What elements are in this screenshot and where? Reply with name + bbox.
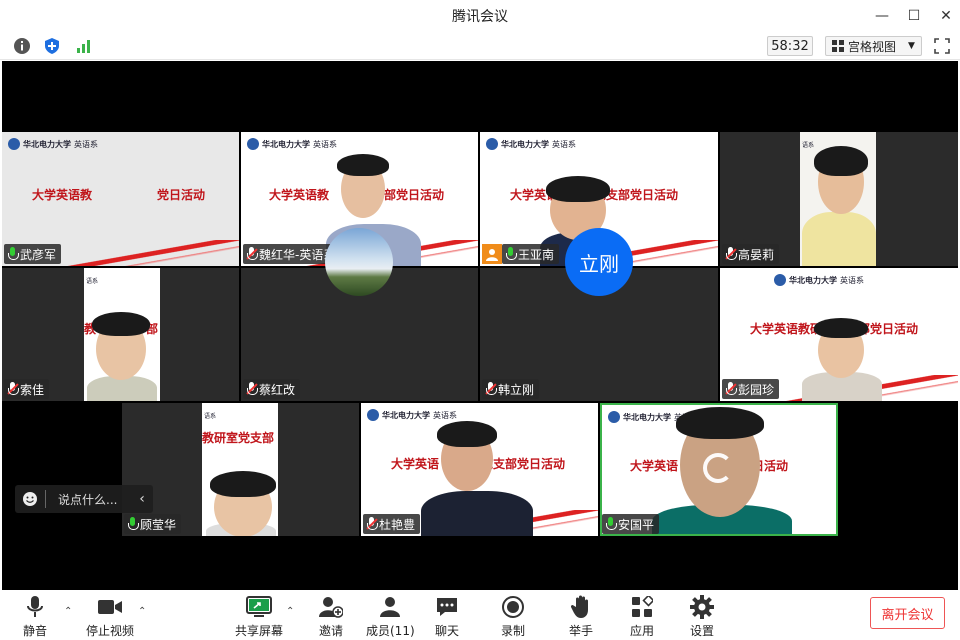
microphone-muted-icon — [246, 382, 258, 396]
microphone-icon — [605, 517, 617, 531]
university-logo: 语系 — [802, 141, 815, 149]
stop-video-button[interactable]: 停止视频 — [86, 594, 134, 639]
banner-text: 党支部党日活动 — [481, 457, 566, 471]
top-toolbar: 58:32 宫格视图 ▼ — [0, 32, 960, 60]
user-avatar-icon — [482, 244, 502, 264]
gear-icon — [689, 594, 715, 620]
participant-label: 杜艳豊 — [363, 514, 421, 534]
close-icon[interactable]: ✕ — [930, 6, 960, 26]
participant-label: 王亚南 — [502, 244, 560, 264]
mute-button[interactable]: 静音 — [22, 594, 48, 639]
chevron-up-icon[interactable]: ⌃ — [286, 606, 294, 617]
banner-text: 大学英语教 — [32, 188, 93, 202]
info-icon[interactable] — [12, 36, 32, 56]
chat-icon — [434, 594, 460, 620]
participant-label: 索佳 — [4, 379, 50, 399]
university-logo: 华北电力大学英语系 — [774, 272, 864, 288]
banner-text: 党日活动 — [157, 188, 206, 202]
members-button[interactable]: 成员(11) — [366, 594, 415, 639]
invite-button[interactable]: 邀请 — [318, 594, 344, 639]
participant-label: 彭园珍 — [722, 379, 780, 399]
university-logo: 华北电力大学英语系 — [367, 407, 457, 423]
camera-icon — [97, 594, 123, 620]
maximize-icon[interactable]: ☐ — [898, 6, 930, 26]
shield-icon[interactable] — [42, 36, 62, 56]
participant-label: 蔡红改 — [243, 379, 301, 399]
apps-icon — [629, 594, 655, 620]
grid-icon — [832, 40, 844, 52]
participant-label: 安国平 — [602, 514, 660, 534]
microphone-muted-icon — [246, 247, 258, 261]
grid-view-button[interactable]: 宫格视图 ▼ — [825, 36, 922, 56]
banner-text: 大学英语教 — [269, 188, 330, 202]
fullscreen-icon[interactable] — [932, 36, 952, 56]
participant-label: 武彦军 — [4, 244, 62, 264]
university-logo: 华北电力大学英语系 — [247, 136, 337, 152]
chat-placeholder: 说点什么... — [58, 492, 118, 507]
participant-label: 顾莹华 — [124, 514, 182, 534]
chat-quick-input[interactable]: 说点什么... ‹ — [15, 485, 153, 513]
microphone-icon — [7, 247, 19, 261]
participant-label: 高晏莉 — [722, 244, 780, 264]
microphone-muted-icon — [725, 247, 737, 261]
microphone-icon — [22, 594, 48, 620]
window-title: 腾讯会议 — [452, 9, 508, 25]
view-label: 宫格视图 — [848, 39, 897, 54]
signal-icon[interactable] — [74, 36, 94, 56]
microphone-muted-icon — [366, 517, 378, 531]
banner-text: 大学英语 — [391, 457, 440, 471]
minimize-icon[interactable]: — — [866, 6, 898, 26]
university-logo: 华北电力大学英语系 — [8, 136, 98, 152]
banner-text: 教研室党支部 — [202, 431, 275, 445]
participant-label: 韩立刚 — [482, 379, 540, 399]
add-user-icon — [318, 594, 344, 620]
chevron-up-icon[interactable]: ⌃ — [138, 606, 146, 617]
chevron-down-icon: ▼ — [908, 41, 915, 51]
banner-text: 大学英语 — [630, 459, 679, 473]
share-screen-icon — [246, 594, 272, 620]
banner-text: 部党日活动 — [384, 188, 445, 202]
microphone-muted-icon — [485, 382, 497, 396]
loading-spinner-icon — [703, 453, 733, 483]
settings-button[interactable]: 设置 — [689, 594, 715, 639]
apps-button[interactable]: 应用 — [629, 594, 655, 639]
meeting-timer: 58:32 — [767, 36, 813, 56]
participant-initial-avatar: 立刚 — [565, 228, 633, 296]
leave-meeting-button[interactable]: 离开会议 — [870, 597, 945, 629]
university-logo: 语系 — [204, 412, 217, 420]
hand-icon — [568, 594, 594, 620]
raise-hand-button[interactable]: 举手 — [568, 594, 594, 639]
microphone-muted-icon — [725, 382, 737, 396]
university-logo: 语系 — [86, 277, 99, 285]
banner-text: 大学英语教研 — [750, 322, 823, 336]
window-controls: — ☐ ✕ — [866, 6, 960, 26]
chat-button[interactable]: 聊天 — [434, 594, 460, 639]
participant-avatar — [325, 228, 393, 296]
bottom-toolbar: 静音 ⌃ 停止视频 ⌃ 共享屏幕 ⌃ 邀请 成员(11) 聊天 录制 举手 应用… — [0, 590, 960, 640]
record-button[interactable]: 录制 — [500, 594, 526, 639]
microphone-muted-icon — [7, 382, 19, 396]
users-icon — [377, 594, 403, 620]
microphone-icon — [127, 517, 139, 531]
university-logo: 华北电力大学英语系 — [486, 136, 576, 152]
microphone-icon — [505, 247, 517, 261]
chevron-left-icon[interactable]: ‹ — [131, 491, 153, 507]
title-bar: 腾讯会议 — ☐ ✕ — [0, 0, 960, 32]
record-icon — [500, 594, 526, 620]
chevron-up-icon[interactable]: ⌃ — [64, 606, 72, 617]
emoji-icon[interactable] — [15, 491, 45, 507]
share-screen-button[interactable]: 共享屏幕 — [235, 594, 283, 639]
